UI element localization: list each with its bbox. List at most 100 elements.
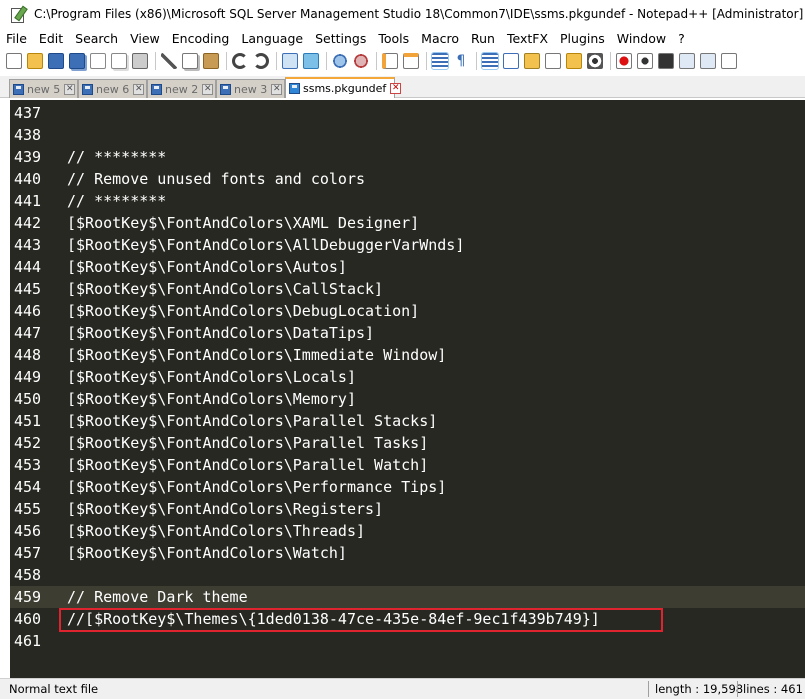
editor-line[interactable]: 447 [$RootKey$\FontAndColors\DataTips] xyxy=(10,322,805,344)
open-file-icon[interactable] xyxy=(27,53,43,69)
function-list-icon[interactable] xyxy=(545,53,561,69)
save-macro-icon[interactable] xyxy=(700,53,716,69)
line-number: 461 xyxy=(14,632,42,650)
editor-line[interactable]: 458 xyxy=(10,564,805,586)
editor-line[interactable]: 446 [$RootKey$\FontAndColors\DebugLocatio… xyxy=(10,300,805,322)
menu-textfx[interactable]: TextFX xyxy=(501,31,554,46)
menu-plugins[interactable]: Plugins xyxy=(554,31,611,46)
new-file-icon[interactable] xyxy=(6,53,22,69)
close-all-icon[interactable] xyxy=(111,53,127,69)
menu-tools[interactable]: Tools xyxy=(372,31,415,46)
menu-view[interactable]: View xyxy=(124,31,166,46)
indent-guide-icon[interactable] xyxy=(481,52,499,70)
line-number: 456 xyxy=(14,522,42,540)
save-all-icon[interactable] xyxy=(69,53,85,69)
user-language-icon[interactable] xyxy=(503,53,519,69)
menu-macro[interactable]: Macro xyxy=(415,31,465,46)
redo-icon[interactable] xyxy=(253,53,269,69)
sync-vertical-icon[interactable] xyxy=(382,53,398,69)
line-number: 447 xyxy=(14,324,42,342)
zoom-in-icon[interactable] xyxy=(332,53,348,69)
tab-new-5[interactable]: new 5 ✕ xyxy=(9,79,78,98)
line-text: // ******** xyxy=(67,192,167,210)
editor-line[interactable]: 438 xyxy=(10,124,805,146)
editor-line[interactable]: 445 [$RootKey$\FontAndColors\CallStack] xyxy=(10,278,805,300)
file-save-status-icon xyxy=(13,83,24,95)
show-all-chars-icon[interactable]: ¶ xyxy=(453,53,469,69)
undo-icon[interactable] xyxy=(232,53,248,69)
line-number: 443 xyxy=(14,236,42,254)
editor-line[interactable]: 437 xyxy=(10,102,805,124)
editor-line[interactable]: 449 [$RootKey$\FontAndColors\Locals] xyxy=(10,366,805,388)
editor-line[interactable]: 455 [$RootKey$\FontAndColors\Registers] xyxy=(10,498,805,520)
editor-line[interactable]: 452 [$RootKey$\FontAndColors\Parallel Tas… xyxy=(10,432,805,454)
tab-new-2[interactable]: new 2 ✕ xyxy=(147,79,216,98)
editor-line[interactable]: 454 [$RootKey$\FontAndColors\Performance … xyxy=(10,476,805,498)
monitoring-icon[interactable] xyxy=(587,53,603,69)
doc-map-icon[interactable] xyxy=(524,53,540,69)
notepadpp-app-icon[interactable] xyxy=(10,5,28,23)
line-number: 448 xyxy=(14,346,42,364)
status-separator xyxy=(648,681,649,697)
editor-line[interactable]: 442 [$RootKey$\FontAndColors\XAML Designe… xyxy=(10,212,805,234)
line-text: [$RootKey$\FontAndColors\Parallel Watch] xyxy=(67,456,429,474)
editor-line[interactable]: 461 xyxy=(10,630,805,652)
editor-line[interactable]: 441 // ******** xyxy=(10,190,805,212)
replace-icon[interactable] xyxy=(303,53,319,69)
word-wrap-icon[interactable] xyxy=(431,52,449,70)
editor-line[interactable]: 440 // Remove unused fonts and colors xyxy=(10,168,805,190)
editor-line[interactable]: 450 [$RootKey$\FontAndColors\Memory] xyxy=(10,388,805,410)
cut-icon[interactable] xyxy=(161,53,177,69)
menu-file[interactable]: File xyxy=(0,31,33,46)
paste-icon[interactable] xyxy=(203,53,219,69)
folder-workspace-icon[interactable] xyxy=(566,53,582,69)
tab-close-icon[interactable]: ✕ xyxy=(271,83,283,95)
tab-close-icon[interactable]: ✕ xyxy=(202,83,214,95)
editor-line[interactable]: 456 [$RootKey$\FontAndColors\Threads] xyxy=(10,520,805,542)
menu-search[interactable]: Search xyxy=(69,31,124,46)
line-text: [$RootKey$\FontAndColors\Threads] xyxy=(67,522,366,540)
tab-close-icon[interactable]: ✕ xyxy=(133,83,145,95)
find-icon[interactable] xyxy=(282,53,298,69)
menu-language[interactable]: Language xyxy=(235,31,309,46)
editor-line[interactable]: 439 // ******** xyxy=(10,146,805,168)
editor-line[interactable]: 451 [$RootKey$\FontAndColors\Parallel Sta… xyxy=(10,410,805,432)
line-number: 452 xyxy=(14,434,42,452)
spell-check-icon[interactable] xyxy=(721,53,737,69)
tab-close-icon[interactable]: ✕ xyxy=(390,83,402,94)
menu-window[interactable]: Window xyxy=(611,31,672,46)
close-icon[interactable] xyxy=(90,53,106,69)
tab-ssms-pkgundef[interactable]: ssms.pkgundef ✕ xyxy=(285,77,402,98)
tab-new-6[interactable]: new 6 ✕ xyxy=(78,79,147,98)
tab-new-3[interactable]: new 3 ✕ xyxy=(216,79,285,98)
print-icon[interactable] xyxy=(132,53,148,69)
zoom-out-icon[interactable] xyxy=(353,53,369,69)
menu-settings[interactable]: Settings xyxy=(309,31,372,46)
stop-record-icon[interactable] xyxy=(637,53,653,69)
save-icon[interactable] xyxy=(48,53,64,69)
editor-line[interactable]: 457 [$RootKey$\FontAndColors\Watch] xyxy=(10,542,805,564)
line-number: 459 xyxy=(14,588,42,606)
sync-horizontal-icon[interactable] xyxy=(403,53,419,69)
editor-line[interactable]: 443 [$RootKey$\FontAndColors\AllDebuggerV… xyxy=(10,234,805,256)
toolbar-separator xyxy=(326,52,327,70)
editor-line[interactable]: 453 [$RootKey$\FontAndColors\Parallel Wat… xyxy=(10,454,805,476)
line-number: 454 xyxy=(14,478,42,496)
record-macro-icon[interactable] xyxy=(616,53,632,69)
tab-label: new 3 xyxy=(234,82,268,96)
editor-line[interactable]: 444 [$RootKey$\FontAndColors\Autos] xyxy=(10,256,805,278)
file-save-status-icon xyxy=(151,83,162,95)
editor-line[interactable]: 448 [$RootKey$\FontAndColors\Immediate Wi… xyxy=(10,344,805,366)
editor-area[interactable]: 437 438 439 // ******** 440 // Remove unused … xyxy=(10,100,805,678)
play-macro-icon[interactable] xyxy=(658,53,674,69)
run-macro-multiple-icon[interactable] xyxy=(679,53,695,69)
copy-icon[interactable] xyxy=(182,53,198,69)
menu-help[interactable]: ? xyxy=(672,31,691,46)
editor-line[interactable]: 459 // Remove Dark theme xyxy=(10,586,805,608)
menu-edit[interactable]: Edit xyxy=(33,31,69,46)
tab-close-icon[interactable]: ✕ xyxy=(64,83,76,95)
line-text: [$RootKey$\FontAndColors\Performance Tip… xyxy=(67,478,447,496)
line-number: 439 xyxy=(14,148,42,166)
menu-encoding[interactable]: Encoding xyxy=(166,31,236,46)
menu-run[interactable]: Run xyxy=(465,31,501,46)
